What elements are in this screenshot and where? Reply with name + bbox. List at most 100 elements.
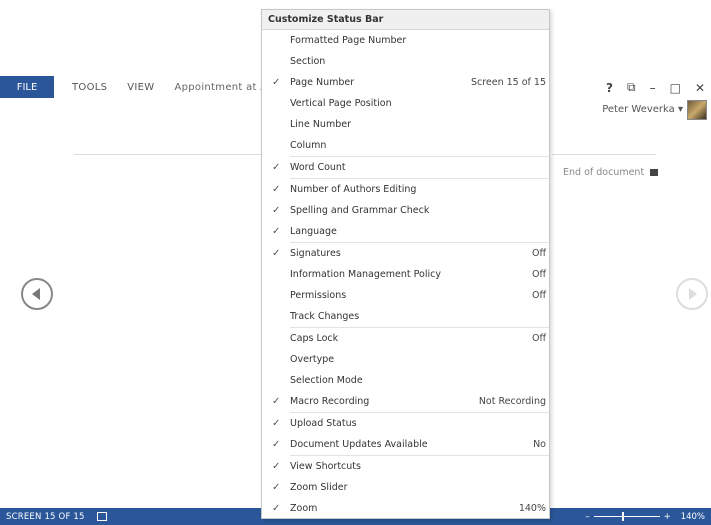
user-name: Peter Weverka bbox=[602, 104, 675, 115]
checkmark-icon: ✓ bbox=[272, 162, 281, 173]
menu-item-label: Document Updates Available bbox=[290, 439, 428, 450]
checkmark-icon: ✓ bbox=[272, 205, 281, 216]
menu-item-status-value: Off bbox=[531, 290, 546, 301]
checkmark-icon: ✓ bbox=[272, 77, 281, 88]
tab-tools[interactable]: TOOLS bbox=[62, 82, 117, 93]
end-of-document-label: End of document bbox=[563, 167, 645, 178]
menu-item[interactable]: Column bbox=[262, 135, 549, 156]
menu-item-label: Word Count bbox=[290, 162, 346, 173]
menu-item[interactable]: ✓ Page Number Screen 15 of 15 bbox=[262, 72, 549, 93]
menu-item[interactable]: Track Changes bbox=[262, 306, 549, 327]
menu-item-label: Permissions bbox=[290, 290, 347, 301]
zoom-level[interactable]: 140% bbox=[681, 512, 705, 522]
previous-screen-button[interactable] bbox=[21, 278, 53, 310]
menu-item-status-value: Off bbox=[531, 333, 546, 344]
menu-item-status-value: 140% bbox=[518, 503, 546, 514]
chevron-down-icon: ▾ bbox=[677, 104, 683, 115]
menu-item-label: Signatures bbox=[290, 248, 341, 259]
proofing-icon[interactable] bbox=[96, 512, 107, 521]
menu-item-label: Spelling and Grammar Check bbox=[290, 205, 430, 216]
maximize-icon[interactable]: □ bbox=[670, 81, 681, 95]
close-icon[interactable]: ✕ bbox=[695, 81, 705, 95]
next-screen-button[interactable] bbox=[676, 278, 708, 310]
menu-item-label: Upload Status bbox=[290, 418, 357, 429]
menu-item[interactable]: ✓ Number of Authors Editing bbox=[262, 179, 549, 200]
menu-item[interactable]: Vertical Page Position bbox=[262, 93, 549, 114]
menu-item-label: Line Number bbox=[290, 119, 351, 130]
menu-item-status-value: Not Recording bbox=[478, 396, 546, 407]
menu-item[interactable]: Caps Lock Off bbox=[262, 328, 549, 349]
user-account[interactable]: Peter Weverka ▾ bbox=[602, 104, 683, 115]
checkmark-icon: ✓ bbox=[272, 461, 281, 472]
menu-item-label: Page Number bbox=[290, 77, 355, 88]
zoom-slider[interactable] bbox=[593, 508, 660, 525]
menu-item[interactable]: ✓ Signatures Off bbox=[262, 243, 549, 264]
avatar[interactable] bbox=[687, 100, 707, 120]
menu-item[interactable]: ✓ View Shortcuts bbox=[262, 456, 549, 477]
zoom-slider-thumb[interactable] bbox=[621, 512, 624, 521]
zoom-slider-track bbox=[593, 516, 660, 517]
menu-item[interactable]: Permissions Off bbox=[262, 285, 549, 306]
menu-item[interactable]: ✓ Zoom 140% bbox=[262, 498, 549, 519]
menu-item-label: Caps Lock bbox=[290, 333, 339, 344]
ribbon-tabs: FILE TOOLS VIEW Appointment at A bbox=[0, 76, 277, 98]
menu-item[interactable]: ✓ Document Updates Available No bbox=[262, 434, 549, 455]
menu-item[interactable]: Information Management Policy Off bbox=[262, 264, 549, 285]
menu-item-label: Formatted Page Number bbox=[290, 35, 407, 46]
page-number-status[interactable]: SCREEN 15 OF 15 bbox=[0, 512, 85, 522]
menu-item-label: Track Changes bbox=[290, 311, 360, 322]
arrow-left-icon bbox=[32, 288, 40, 300]
menu-item-status-value: Screen 15 of 15 bbox=[470, 77, 546, 88]
checkmark-icon: ✓ bbox=[272, 418, 281, 429]
menu-item[interactable]: Selection Mode bbox=[262, 370, 549, 391]
menu-item-label: Column bbox=[290, 140, 327, 151]
menu-item-status-value: No bbox=[533, 439, 546, 450]
zoom-controls: – + 140% bbox=[585, 508, 705, 525]
help-icon[interactable]: ? bbox=[606, 81, 613, 95]
window-controls: ? ⧉ – □ ✕ bbox=[606, 80, 705, 95]
word-window: FILE TOOLS VIEW Appointment at A ? ⧉ – □… bbox=[0, 0, 711, 525]
menu-item[interactable]: ✓ Upload Status bbox=[262, 413, 549, 434]
menu-item-label: View Shortcuts bbox=[290, 461, 361, 472]
checkmark-icon: ✓ bbox=[272, 503, 281, 514]
end-of-document-marker: End of document bbox=[563, 167, 659, 178]
menu-title: Customize Status Bar bbox=[262, 10, 549, 30]
checkmark-icon: ✓ bbox=[272, 439, 281, 450]
menu-item[interactable]: Line Number bbox=[262, 114, 549, 135]
restore-ribbon-icon[interactable]: ⧉ bbox=[627, 80, 636, 95]
menu-item-label: Information Management Policy bbox=[290, 269, 441, 280]
menu-item[interactable]: ✓ Spelling and Grammar Check bbox=[262, 200, 549, 221]
menu-item[interactable]: ✓ Language bbox=[262, 221, 549, 242]
checkmark-icon: ✓ bbox=[272, 248, 281, 259]
customize-status-bar-menu: Customize Status Bar Formatted Page Numb… bbox=[261, 9, 550, 519]
menu-item-label: Vertical Page Position bbox=[290, 98, 392, 109]
menu-item[interactable]: ✓ Zoom Slider bbox=[262, 477, 549, 498]
menu-item[interactable]: Formatted Page Number bbox=[262, 30, 549, 51]
checkmark-icon: ✓ bbox=[272, 482, 281, 493]
minimize-icon[interactable]: – bbox=[650, 81, 656, 95]
menu-item-label: Macro Recording bbox=[290, 396, 370, 407]
menu-item-label: Selection Mode bbox=[290, 375, 363, 386]
menu-item-label: Section bbox=[290, 56, 326, 67]
zoom-out-button[interactable]: – bbox=[585, 512, 589, 522]
menu-item[interactable]: Section bbox=[262, 51, 549, 72]
menu-item-label: Zoom bbox=[290, 503, 318, 514]
tab-file[interactable]: FILE bbox=[0, 76, 54, 98]
menu-item-label: Zoom Slider bbox=[290, 482, 348, 493]
end-mark-icon bbox=[650, 169, 659, 176]
checkmark-icon: ✓ bbox=[272, 396, 281, 407]
menu-item[interactable]: ✓ Word Count bbox=[262, 157, 549, 178]
page-divider bbox=[552, 154, 656, 155]
arrow-right-icon bbox=[689, 288, 697, 300]
checkmark-icon: ✓ bbox=[272, 226, 281, 237]
menu-item-status-value: Off bbox=[531, 248, 546, 259]
menu-item-label: Number of Authors Editing bbox=[290, 184, 417, 195]
tab-view[interactable]: VIEW bbox=[117, 82, 164, 93]
menu-item[interactable]: Overtype bbox=[262, 349, 549, 370]
page-divider bbox=[74, 154, 262, 155]
checkmark-icon: ✓ bbox=[272, 184, 281, 195]
zoom-in-button[interactable]: + bbox=[664, 512, 671, 522]
menu-item-status-value: Off bbox=[531, 269, 546, 280]
menu-item-label: Language bbox=[290, 226, 337, 237]
menu-item[interactable]: ✓ Macro Recording Not Recording bbox=[262, 391, 549, 412]
